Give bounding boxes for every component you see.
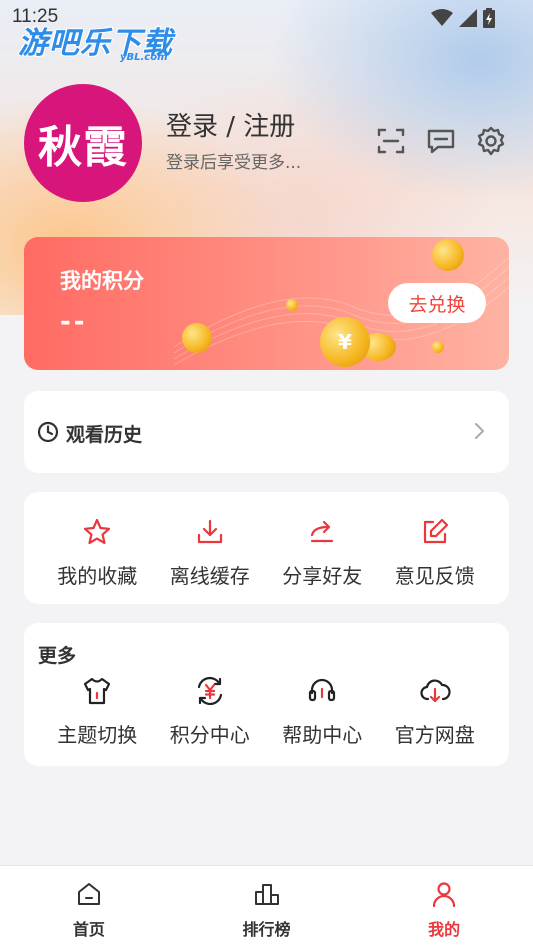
coin-decoration [182, 323, 212, 353]
tab-ranking[interactable]: 排行榜 [178, 866, 356, 948]
ranking-icon [254, 884, 279, 905]
points-center-label: 积分中心 [169, 723, 250, 747]
avatar[interactable]: 秋霞 [24, 84, 142, 202]
official-netdisk-button[interactable]: 官方网盘 [379, 675, 492, 748]
points-title: 我的积分 [60, 269, 144, 293]
user-icon [433, 882, 456, 908]
battery-icon [483, 8, 495, 28]
coin-decoration [432, 341, 444, 353]
official-netdisk-label: 官方网盘 [394, 723, 475, 747]
offline-cache-label: 离线缓存 [169, 564, 250, 588]
quick-actions-card: 我的收藏 离线缓存 分享好友 意见反馈 [24, 492, 509, 604]
watermark-sub: yBL.com [120, 52, 168, 63]
tab-mine[interactable]: 我的 [355, 866, 533, 948]
wifi-icon [431, 9, 453, 26]
edit-icon [423, 518, 448, 544]
favorites-label: 我的收藏 [57, 564, 138, 588]
headset-icon [309, 678, 336, 702]
yuan-coin-decoration: ¥ [320, 317, 370, 367]
more-card: 更多 主题切换 积分中心 帮助中心 官方网盘 [24, 623, 509, 766]
theme-switch-label: 主题切换 [57, 723, 138, 747]
login-register-link[interactable]: 登录 / 注册 [166, 106, 295, 143]
status-icons [431, 8, 495, 28]
points-value: -- [60, 307, 88, 337]
redeem-button[interactable]: 去兑换 [388, 283, 486, 323]
share-friends-label: 分享好友 [282, 564, 363, 588]
feedback-button[interactable]: 意见反馈 [379, 516, 492, 589]
coin-decoration [286, 299, 298, 311]
more-title: 更多 [38, 645, 77, 667]
star-icon [84, 518, 111, 545]
chevron-right-icon [475, 423, 484, 439]
settings-icon[interactable] [476, 126, 506, 156]
tab-home[interactable]: 首页 [0, 866, 178, 948]
yuan-exchange-icon [197, 676, 222, 706]
favorites-button[interactable]: 我的收藏 [41, 516, 154, 589]
coin-decoration [432, 239, 464, 271]
offline-cache-button[interactable]: 离线缓存 [154, 516, 267, 589]
theme-switch-button[interactable]: 主题切换 [41, 675, 154, 748]
scan-icon[interactable] [376, 126, 406, 156]
share-icon [311, 520, 334, 543]
tab-mine-label: 我的 [428, 920, 461, 939]
cloud-download-icon [420, 679, 451, 703]
clock-icon [37, 421, 59, 443]
watch-history-row[interactable]: 观看历史 [24, 391, 509, 473]
points-center-button[interactable]: 积分中心 [154, 675, 267, 748]
home-icon [77, 883, 100, 905]
watch-history-label: 观看历史 [66, 424, 143, 446]
tab-home-label: 首页 [72, 920, 105, 939]
tab-ranking-label: 排行榜 [242, 920, 291, 939]
points-card: ¥ 我的积分 -- 去兑换 [24, 237, 509, 370]
share-friends-button[interactable]: 分享好友 [266, 516, 379, 589]
shirt-icon [84, 677, 111, 705]
help-center-label: 帮助中心 [282, 723, 363, 747]
bottom-tab-bar: 首页 排行榜 我的 [0, 865, 533, 948]
signal-icon [459, 9, 477, 27]
login-subtitle: 登录后享受更多... [166, 153, 302, 173]
help-center-button[interactable]: 帮助中心 [266, 675, 379, 748]
message-icon[interactable] [426, 126, 456, 156]
feedback-label: 意见反馈 [394, 564, 475, 588]
download-icon [197, 519, 222, 544]
